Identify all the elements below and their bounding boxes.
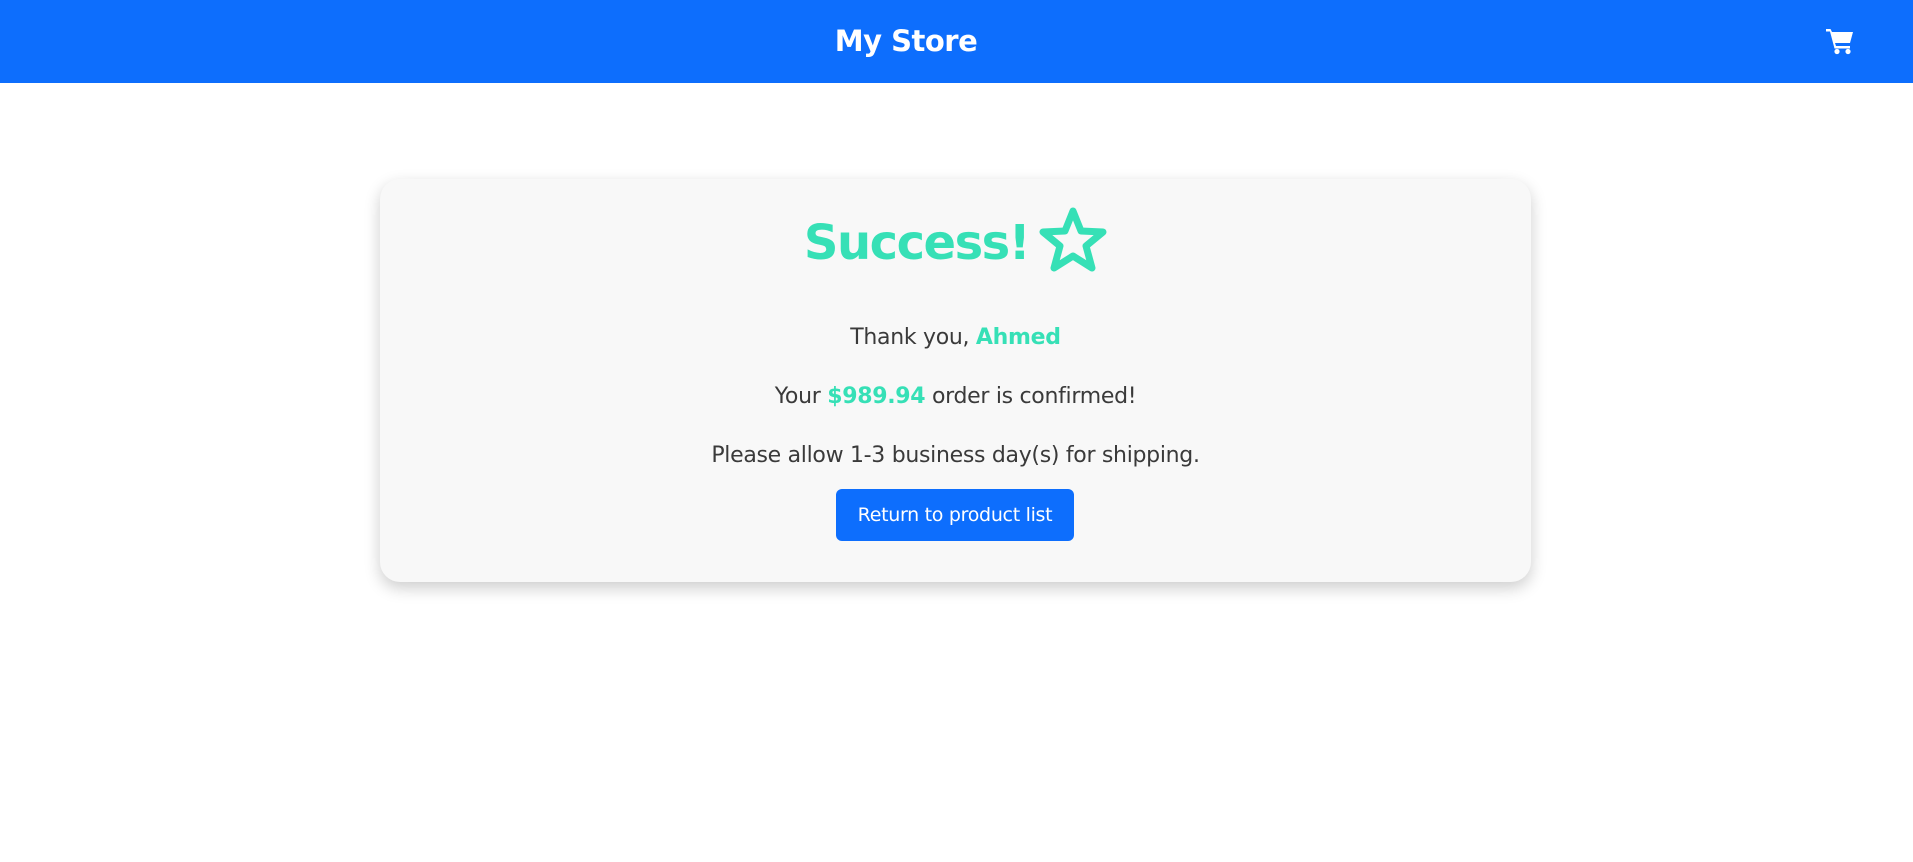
store-brand[interactable]: My Store — [0, 0, 1812, 83]
shipping-note: Please allow 1-3 business day(s) for shi… — [711, 443, 1200, 468]
order-confirmed-message: Your $989.94 order is confirmed! — [380, 384, 1531, 409]
success-heading: Success! — [380, 205, 1531, 281]
star-outline-icon — [1039, 207, 1107, 272]
customer-name: Ahmed — [975, 325, 1061, 350]
top-navbar: My Store — [0, 0, 1913, 83]
return-to-product-list-button[interactable]: Return to product list — [836, 489, 1074, 541]
thank-you-message: Thank you, Ahmed — [380, 325, 1531, 350]
shopping-cart-icon — [1826, 29, 1853, 55]
order-total: $989.94 — [827, 384, 926, 409]
success-title: Success! — [803, 215, 1031, 271]
order-suffix: order is confirmed! — [925, 384, 1137, 409]
order-prefix: Your — [774, 384, 828, 409]
order-confirmation-card: Success! Thank you, Ahmed Your $989.94 o… — [380, 179, 1531, 582]
cart-button[interactable] — [1822, 24, 1858, 58]
thank-you-prefix: Thank you, — [850, 325, 976, 350]
